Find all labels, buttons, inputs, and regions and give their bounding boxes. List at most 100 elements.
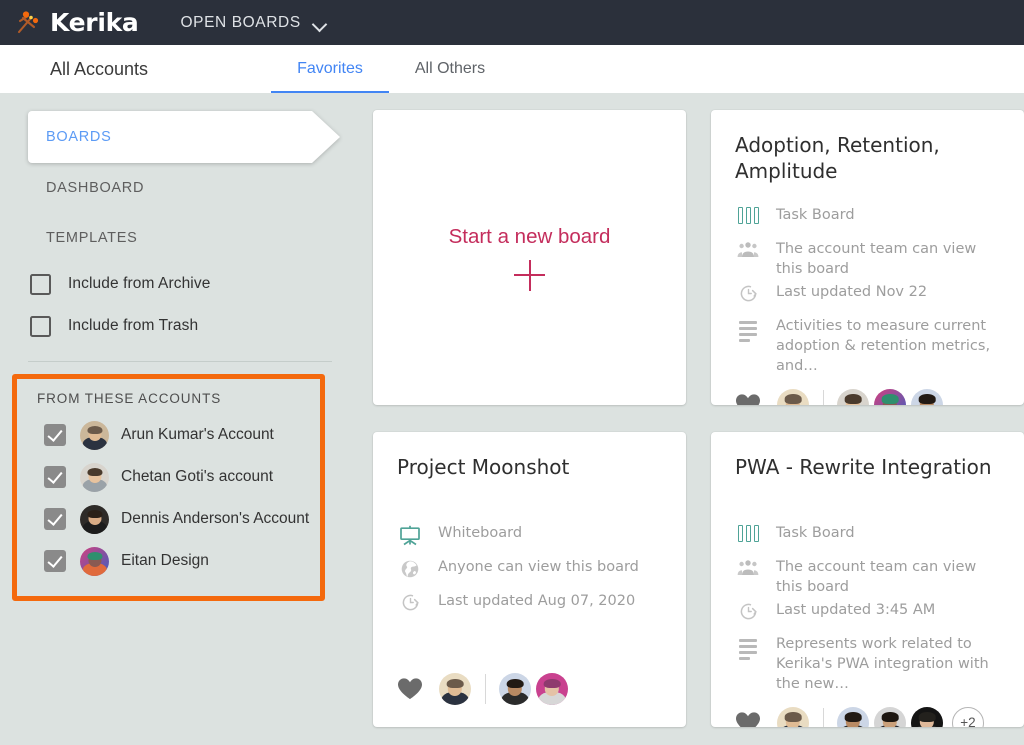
- team-avatars: [837, 706, 948, 727]
- board-card-footer: [735, 381, 1000, 405]
- team-avatars: [499, 673, 573, 705]
- open-boards-menu[interactable]: OPEN BOARDS: [180, 14, 326, 32]
- people-icon: [735, 558, 761, 576]
- avatar: [80, 546, 109, 576]
- board-grid: Start a new board Adoption, Retention, A…: [360, 93, 1024, 745]
- sidebar-item-dashboard[interactable]: DASHBOARD: [0, 163, 360, 213]
- sidebar-item-boards[interactable]: BOARDS: [28, 111, 340, 163]
- overflow-members-badge[interactable]: +2: [952, 706, 984, 727]
- board-card-footer: [397, 665, 662, 705]
- board-description: Activities to measure current adoption &…: [776, 318, 991, 374]
- filter-include-trash[interactable]: Include from Trash: [0, 305, 360, 347]
- task-board-icon: [735, 524, 761, 542]
- board-card-footer: +2: [735, 699, 1000, 727]
- board-privacy-row: Anyone can view this board: [397, 558, 662, 588]
- board-updated: Last updated Nov 22: [776, 284, 928, 301]
- board-title: Adoption, Retention, Amplitude: [735, 133, 940, 183]
- divider: [823, 389, 824, 405]
- sidebar-item-templates[interactable]: TEMPLATES: [0, 213, 360, 263]
- board-meta: Whiteboard Anyone can view this board La…: [397, 524, 662, 626]
- filter-include-trash-label: Include from Trash: [68, 317, 199, 334]
- avatar: [837, 388, 869, 405]
- board-updated-row: Last updated Nov 22: [735, 283, 1000, 313]
- description-lines-icon: [735, 635, 761, 661]
- board-privacy: Anyone can view this board: [438, 559, 639, 575]
- account-name: Chetan Goti's account: [121, 468, 274, 485]
- history-clock-icon: [735, 601, 761, 621]
- board-card[interactable]: Adoption, Retention, Amplitude Task Boar…: [711, 110, 1024, 405]
- avatar: [80, 420, 109, 450]
- owner-avatar: [777, 706, 809, 727]
- plus-icon[interactable]: [514, 259, 545, 291]
- avatar: [911, 388, 943, 405]
- filter-include-archive[interactable]: Include from Archive: [0, 263, 360, 305]
- board-type: Task Board: [776, 525, 855, 541]
- board-description-row: Represents work related to Kerika's PWA …: [735, 635, 1000, 694]
- team-avatars: [837, 388, 948, 405]
- filter-include-archive-label: Include from Archive: [68, 275, 211, 292]
- board-type-row: Task Board: [735, 524, 1000, 554]
- heart-icon[interactable]: [735, 711, 761, 727]
- description-lines-icon: [735, 317, 761, 343]
- board-filter-tabs: Favorites All Others: [271, 45, 511, 93]
- owner-avatar: [777, 388, 809, 405]
- tab-favorites[interactable]: Favorites: [271, 45, 389, 93]
- history-clock-icon: [735, 283, 761, 303]
- start-new-board-label: Start a new board: [448, 224, 611, 248]
- avatar: [911, 706, 943, 727]
- board-updated-row: Last updated Aug 07, 2020: [397, 592, 662, 622]
- checkbox-unchecked-icon[interactable]: [30, 273, 51, 295]
- heart-icon[interactable]: [735, 393, 761, 405]
- divider: [823, 707, 824, 727]
- account-scope-label: All Accounts: [50, 58, 149, 79]
- board-type-row: Whiteboard: [397, 524, 662, 554]
- board-privacy-row: The account team can view this board: [735, 240, 1000, 279]
- sidebar: BOARDS DASHBOARD TEMPLATES Include from …: [0, 93, 360, 745]
- checkbox-checked-icon[interactable]: [44, 424, 66, 446]
- avatar: [80, 462, 109, 492]
- account-name: Arun Kumar's Account: [121, 426, 274, 443]
- from-these-accounts-title: FROM THESE ACCOUNTS: [37, 391, 222, 406]
- history-clock-icon: [397, 592, 423, 612]
- whiteboard-icon: [397, 524, 423, 546]
- start-new-board-card[interactable]: Start a new board: [373, 110, 686, 405]
- board-privacy: The account team can view this board: [776, 241, 977, 277]
- owner-avatar: [439, 673, 471, 705]
- board-title: Project Moonshot: [397, 455, 570, 479]
- account-filter-row[interactable]: Eitan Design: [17, 540, 320, 582]
- checkbox-checked-icon[interactable]: [44, 550, 66, 572]
- account-name: Eitan Design: [121, 552, 209, 569]
- checkbox-unchecked-icon[interactable]: [30, 315, 51, 337]
- people-icon: [735, 240, 761, 258]
- chevron-down-icon: [314, 19, 327, 27]
- board-card[interactable]: PWA - Rewrite Integration Task Board The…: [711, 432, 1024, 727]
- open-boards-label: OPEN BOARDS: [180, 13, 301, 31]
- account-filter-row[interactable]: Arun Kumar's Account: [17, 414, 320, 456]
- tab-all-others[interactable]: All Others: [389, 45, 511, 93]
- board-updated: Last updated Aug 07, 2020: [438, 593, 636, 609]
- avatar: [874, 388, 906, 405]
- avatar: [837, 706, 869, 727]
- sidebar-divider: [28, 361, 332, 362]
- kerika-logo-icon[interactable]: [14, 8, 44, 38]
- from-these-accounts-panel: FROM THESE ACCOUNTS Arun Kumar's Account: [12, 374, 325, 601]
- sidebar-item-boards-label: BOARDS: [46, 129, 112, 145]
- globe-icon: [397, 558, 423, 579]
- avatar: [874, 706, 906, 727]
- board-description: Represents work related to Kerika's PWA …: [776, 636, 989, 692]
- board-description-row: Activities to measure current adoption &…: [735, 317, 1000, 376]
- board-type-row: Task Board: [735, 206, 1000, 236]
- checkbox-checked-icon[interactable]: [44, 508, 66, 530]
- board-type: Task Board: [776, 207, 855, 223]
- avatar: [80, 504, 109, 534]
- board-card[interactable]: Project Moonshot Whiteboard Anyone can v…: [373, 432, 686, 727]
- account-filter-row[interactable]: Dennis Anderson's Account: [17, 498, 320, 540]
- checkbox-checked-icon[interactable]: [44, 466, 66, 488]
- account-filter-row[interactable]: Chetan Goti's account: [17, 456, 320, 498]
- heart-icon[interactable]: [397, 677, 423, 701]
- board-meta: Task Board The account team can view thi…: [735, 206, 1000, 381]
- task-board-icon: [735, 206, 761, 224]
- avatar: [499, 673, 531, 705]
- board-privacy: The account team can view this board: [776, 559, 977, 595]
- board-type: Whiteboard: [438, 525, 523, 541]
